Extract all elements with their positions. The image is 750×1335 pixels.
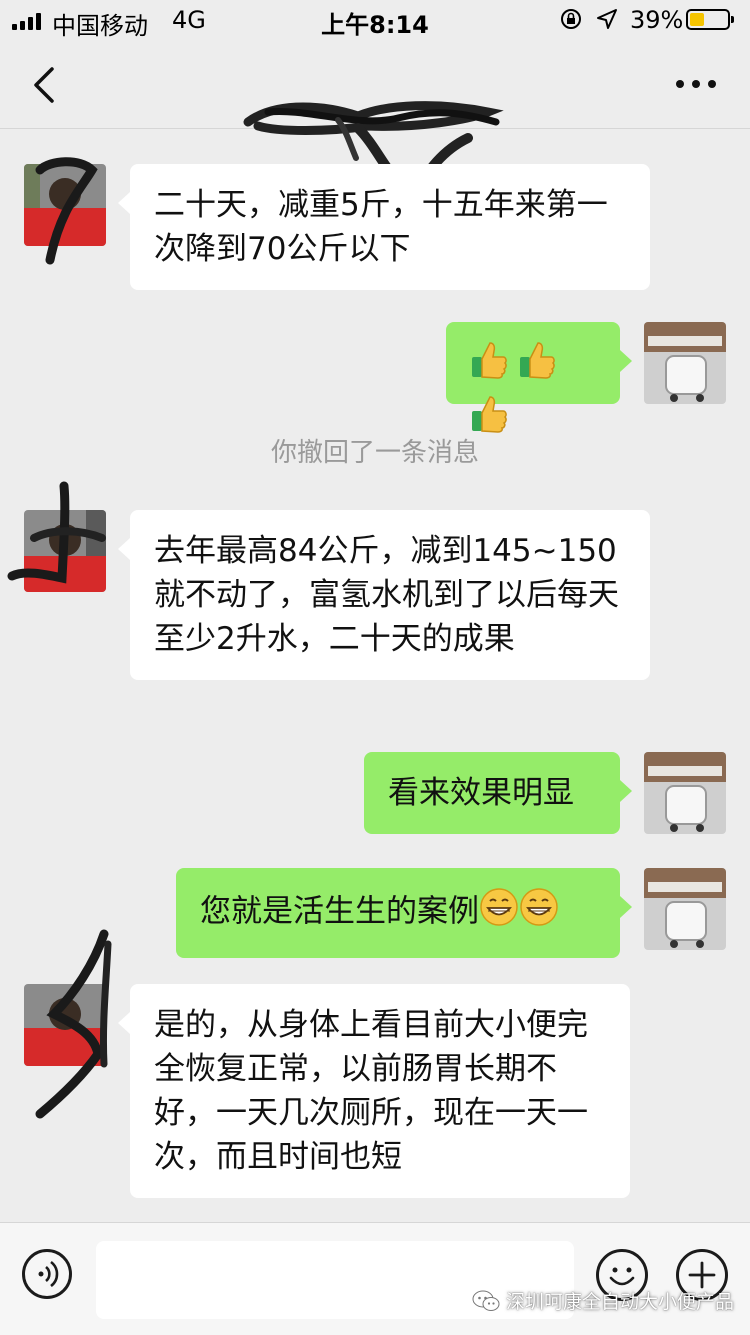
chat-bubble <box>446 322 632 433</box>
message-text: 二十天，减重5斤，十五年来第一次降到70公斤以下 <box>154 187 608 267</box>
battery-icon <box>686 9 734 30</box>
thumbs-up-icon <box>518 339 556 393</box>
message-text: 看来效果明显 <box>388 775 574 811</box>
chat-bubble: 去年最高84公斤，减到145~150就不动了，富氢水机到了以后每天至少2升水，二… <box>118 510 650 680</box>
voice-icon[interactable] <box>22 1249 72 1299</box>
recalled-message-notice: 你撤回了一条消息 <box>270 438 479 468</box>
message-text: 是的，从身体上看目前大小便完全恢复正常，以前肠胃长期不好，一天几次厕所，现在一天… <box>154 1007 588 1175</box>
chat-bubble: 二十天，减重5斤，十五年来第一次降到70公斤以下 <box>118 164 650 290</box>
watermark-text: 深圳呵康全自动大小便产品 <box>506 1291 735 1313</box>
chat-bubble: 看来效果明显 <box>364 752 632 834</box>
watermark: 深圳呵康全自动大小便产品 <box>472 1287 734 1314</box>
wechat-icon <box>472 1290 500 1311</box>
thumbs-up-icon <box>470 339 508 393</box>
more-dots-icon[interactable] <box>676 80 716 88</box>
grin-emoji-icon <box>519 887 559 939</box>
chat-bubble: 您就是活生生的案例 <box>176 868 632 958</box>
chat-header <box>0 40 750 204</box>
battery-percent: 39% <box>630 6 684 34</box>
avatar[interactable] <box>24 164 106 246</box>
avatar[interactable] <box>644 752 726 834</box>
chevron-left-icon[interactable] <box>30 66 58 104</box>
avatar[interactable] <box>644 322 726 404</box>
avatar[interactable] <box>24 510 106 592</box>
grin-emoji-icon <box>479 887 519 939</box>
message-text: 去年最高84公斤，减到145~150就不动了，富氢水机到了以后每天至少2升水，二… <box>154 533 619 657</box>
avatar[interactable] <box>644 868 726 950</box>
location-arrow-icon <box>597 9 617 29</box>
avatar[interactable] <box>24 984 106 1066</box>
message-text: 您就是活生生的案例 <box>200 893 479 930</box>
chat-input-bar: 深圳呵康全自动大小便产品 <box>0 1222 750 1335</box>
rotation-lock-icon <box>561 9 581 29</box>
chat-bubble: 是的，从身体上看目前大小便完全恢复正常，以前肠胃长期不好，一天几次厕所，现在一天… <box>118 984 630 1198</box>
status-bar: 中国移动 4G 上午8:14 39% <box>0 0 750 40</box>
